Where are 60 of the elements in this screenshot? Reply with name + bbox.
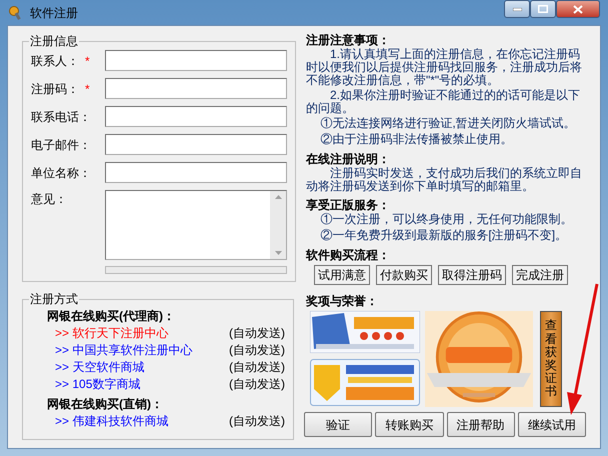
field-label: 单位名称：	[31, 164, 85, 182]
store-link[interactable]: >> 105数字商城	[55, 376, 140, 393]
group-title: 注册方式	[29, 291, 79, 308]
text-field[interactable]	[105, 78, 287, 99]
action-button[interactable]: 注册帮助	[446, 412, 515, 437]
field-label: 联系电话：	[31, 108, 85, 126]
step-button[interactable]: 付款购买	[376, 265, 432, 285]
required-mark: *	[85, 52, 90, 70]
maximize-button[interactable]	[530, 0, 556, 18]
text-field[interactable]	[105, 50, 287, 71]
delivery-note: (自动发送)	[229, 376, 285, 393]
horizontal-scrollbar[interactable]	[105, 266, 287, 274]
delivery-note: (自动发送)	[229, 342, 285, 359]
store-link[interactable]: >> 天空软件商城	[55, 359, 144, 376]
section-heading: 奖项与荣誉：	[306, 293, 379, 309]
comments-field[interactable]	[105, 190, 287, 260]
certificate-button[interactable]: 查看获奖证书	[540, 311, 562, 407]
delivery-note: (自动发送)	[229, 359, 285, 376]
group-title: 注册信息	[29, 33, 79, 50]
store-link[interactable]: >> 伟建科技软件商城	[55, 413, 168, 430]
text-field[interactable]	[105, 134, 287, 155]
scrollbar[interactable]	[270, 191, 286, 259]
group-heading: 网银在线购买(直销)：	[46, 396, 164, 413]
delivery-note: (自动发送)	[229, 413, 285, 430]
section-heading: 在线注册说明：	[306, 151, 391, 167]
text-field[interactable]	[105, 106, 287, 127]
action-button[interactable]: 转账购买	[375, 412, 444, 437]
field-label: 意见：	[31, 191, 68, 208]
delivery-note: (自动发送)	[229, 325, 285, 342]
close-icon	[573, 4, 583, 14]
note-text: 1.请认真填写上面的注册信息，在你忘记注册码时以便我们以后提供注册码找回服务，注册成功后将不能修改注册信息，带"*"号的必填。	[306, 48, 583, 87]
store-link[interactable]: >> 中国共享软件注册中心	[55, 342, 192, 359]
step-button[interactable]: 完成注册	[512, 265, 568, 285]
action-button[interactable]: 继续试用	[518, 412, 586, 437]
field-label: 联系人：	[31, 52, 80, 70]
note-text: ②一年免费升级到最新版的服务[注册码不变]。	[319, 229, 568, 242]
store-link[interactable]: >> 软行天下注册中心	[55, 325, 168, 342]
note-text: 2.如果你注册时验证不能通过的的话可能是以下的问题。	[306, 89, 582, 115]
required-mark: *	[85, 80, 90, 98]
note-text: ①一次注册，可以终身使用，无任何功能限制。	[319, 213, 574, 226]
field-label: 电子邮件：	[31, 136, 85, 154]
close-button[interactable]	[556, 0, 600, 18]
minimize-button[interactable]	[504, 0, 530, 18]
group-heading: 网银在线购买(代理商)：	[46, 308, 176, 325]
step-button[interactable]: 试用满意	[314, 265, 370, 285]
scroll-down-icon	[274, 251, 282, 255]
action-button[interactable]: 验证	[304, 412, 372, 437]
field-label: 注册码：	[31, 80, 80, 98]
maximize-icon	[538, 5, 548, 13]
text-field[interactable]	[105, 162, 287, 183]
section-heading: 享受正版服务：	[306, 197, 391, 213]
note-text: ①无法连接网络进行验证,暂进关闭防火墙试试。	[319, 117, 577, 130]
note-text: ②由于注册码非法传播被禁止使用。	[319, 133, 514, 146]
note-text: 注册码实时发送，支付成功后我们的系统立即自动将注册码发送到你下单时填写的邮箱里。	[306, 167, 583, 193]
minimize-icon	[512, 8, 522, 10]
section-heading: 注册注意事项：	[306, 32, 391, 48]
section-heading: 软件购买流程：	[306, 247, 391, 263]
window-title: 软件注册	[30, 4, 78, 22]
scroll-up-icon	[274, 195, 282, 199]
step-button[interactable]: 取得注册码	[438, 265, 506, 285]
